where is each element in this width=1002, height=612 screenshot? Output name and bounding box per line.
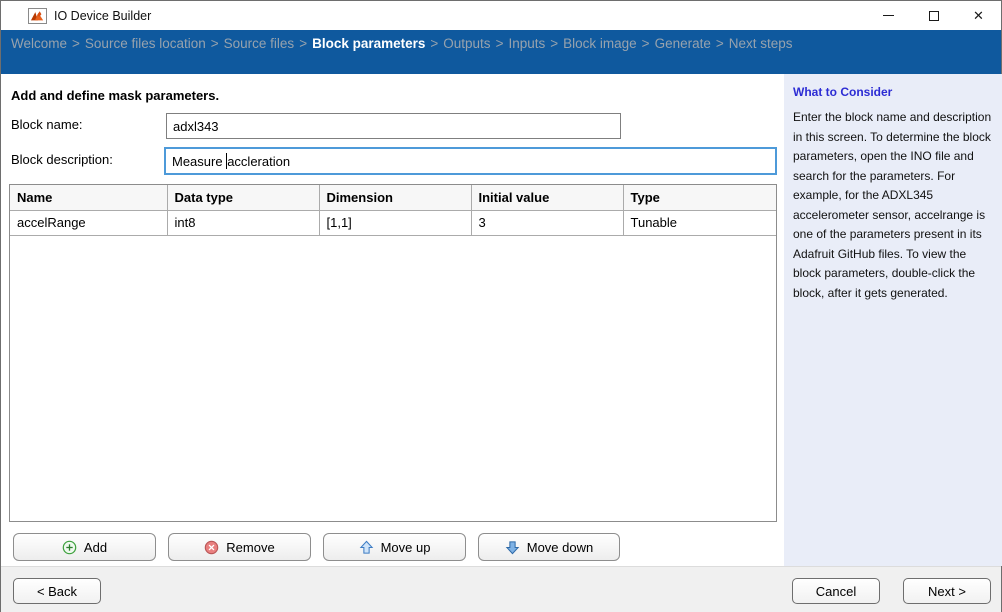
breadcrumb-separator: > xyxy=(642,36,650,51)
move-up-button[interactable]: Move up xyxy=(323,533,466,561)
minimize-button[interactable] xyxy=(866,1,911,30)
column-header-name: Name xyxy=(10,185,167,210)
cell-name[interactable]: accelRange xyxy=(10,210,167,235)
breadcrumb-item-generate: Generate xyxy=(655,36,711,51)
move-up-button-label: Move up xyxy=(381,540,431,555)
window-title: IO Device Builder xyxy=(54,9,151,23)
matlab-logo-icon xyxy=(28,8,47,24)
plus-circle-icon xyxy=(62,540,77,555)
breadcrumb-separator: > xyxy=(299,36,307,51)
add-button-label: Add xyxy=(84,540,107,555)
block-name-input[interactable] xyxy=(166,113,621,139)
cross-circle-icon xyxy=(204,540,219,555)
arrow-down-icon xyxy=(505,540,520,555)
breadcrumb-separator: > xyxy=(72,36,80,51)
help-sidebar: What to Consider Enter the block name an… xyxy=(784,74,1002,566)
next-button[interactable]: Next > xyxy=(903,578,991,604)
column-header-dimension: Dimension xyxy=(319,185,471,210)
main-content: Add and define mask parameters. Block na… xyxy=(1,74,784,566)
breadcrumb-separator: > xyxy=(430,36,438,51)
block-description-label: Block description: xyxy=(11,152,113,167)
maximize-icon xyxy=(929,11,939,21)
table-row[interactable]: accelRange int8 [1,1] 3 Tunable xyxy=(10,210,776,235)
move-down-button[interactable]: Move down xyxy=(478,533,620,561)
breadcrumb-item-source-files: Source files xyxy=(224,36,295,51)
footer-bar: < Back Cancel Next > xyxy=(1,566,1001,612)
maximize-button[interactable] xyxy=(911,1,956,30)
minimize-icon xyxy=(883,15,894,16)
parameters-table[interactable]: Name Data type Dimension Initial value T… xyxy=(9,184,777,522)
breadcrumb-item-inputs: Inputs xyxy=(508,36,545,51)
table-header-row: Name Data type Dimension Initial value T… xyxy=(10,185,776,210)
block-description-input[interactable]: Measure accleration xyxy=(164,147,777,175)
breadcrumb-item-next-steps: Next steps xyxy=(729,36,793,51)
column-header-type: Type xyxy=(623,185,776,210)
description-text-after-caret: accleration xyxy=(227,154,290,169)
cell-dimension[interactable]: [1,1] xyxy=(319,210,471,235)
cell-initial-value[interactable]: 3 xyxy=(471,210,623,235)
description-text-before-caret: Measure xyxy=(172,154,226,169)
sidebar-help-text: Enter the block name and description in … xyxy=(793,108,994,303)
title-bar: IO Device Builder ✕ xyxy=(1,1,1001,31)
breadcrumb: Welcome > Source files location > Source fil… xyxy=(1,30,1001,74)
add-button[interactable]: Add xyxy=(13,533,156,561)
close-button[interactable]: ✕ xyxy=(956,1,1001,30)
column-header-initial-value: Initial value xyxy=(471,185,623,210)
breadcrumb-separator: > xyxy=(716,36,724,51)
breadcrumb-item-block-parameters: Block parameters xyxy=(312,36,425,51)
arrow-up-icon xyxy=(359,540,374,555)
remove-button[interactable]: Remove xyxy=(168,533,311,561)
breadcrumb-item-outputs: Outputs xyxy=(443,36,490,51)
breadcrumb-separator: > xyxy=(496,36,504,51)
breadcrumb-separator: > xyxy=(550,36,558,51)
cell-data-type[interactable]: int8 xyxy=(167,210,319,235)
move-down-button-label: Move down xyxy=(527,540,593,555)
block-name-label: Block name: xyxy=(11,117,83,132)
close-icon: ✕ xyxy=(973,9,984,22)
io-device-builder-window: IO Device Builder ✕ Welcome > Source files… xyxy=(0,0,1002,612)
breadcrumb-item-source-files-location: Source files location xyxy=(85,36,206,51)
breadcrumb-item-welcome: Welcome xyxy=(11,36,67,51)
breadcrumb-separator: > xyxy=(211,36,219,51)
breadcrumb-item-block-image: Block image xyxy=(563,36,637,51)
cancel-button[interactable]: Cancel xyxy=(792,578,880,604)
column-header-data-type: Data type xyxy=(167,185,319,210)
back-button[interactable]: < Back xyxy=(13,578,101,604)
page-title: Add and define mask parameters. xyxy=(11,88,219,103)
sidebar-heading: What to Consider xyxy=(793,85,994,99)
cell-type[interactable]: Tunable xyxy=(623,210,776,235)
remove-button-label: Remove xyxy=(226,540,274,555)
